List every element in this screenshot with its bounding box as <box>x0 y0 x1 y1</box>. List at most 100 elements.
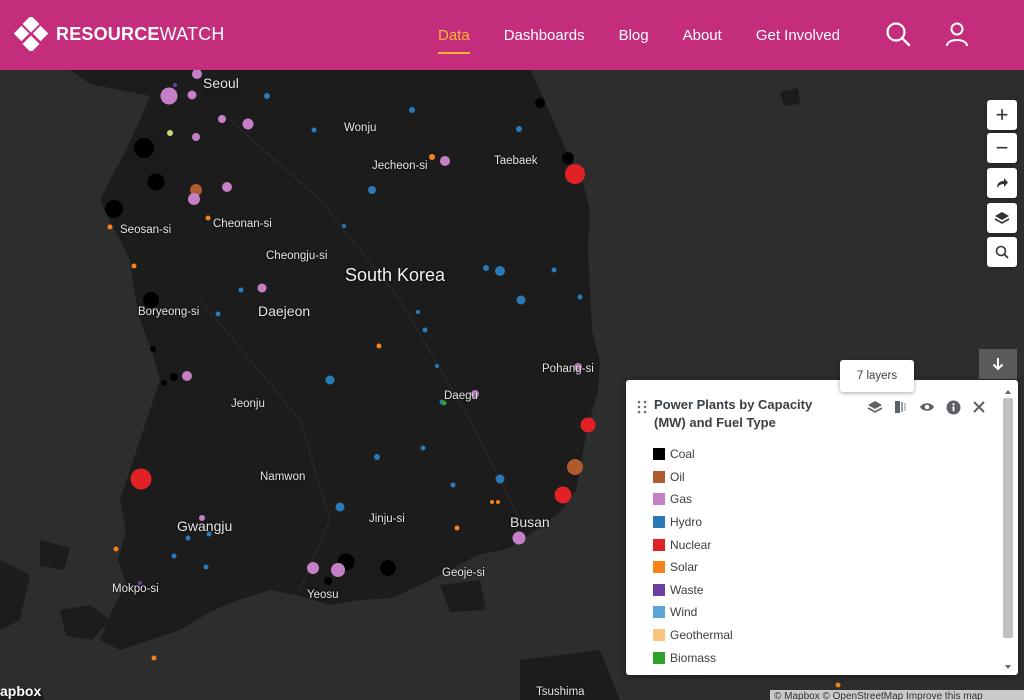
plant-marker <box>577 294 583 300</box>
layers-button[interactable] <box>987 203 1017 233</box>
legend-swatch <box>653 583 665 596</box>
legend-item: Gas <box>653 488 733 511</box>
map-legend: Power Plants by Capacity (MW) and Fuel T… <box>626 380 1018 675</box>
plant-marker <box>238 287 244 293</box>
legend-label: Gas <box>670 492 693 507</box>
legend-swatch <box>653 606 665 619</box>
label-tsushima: Tsushima <box>536 686 585 698</box>
legend-swatch <box>653 629 665 642</box>
plant-marker <box>147 173 165 191</box>
plant-marker <box>134 138 154 158</box>
info-icon <box>946 400 960 414</box>
legend-close-button[interactable] <box>970 398 988 416</box>
nav-about[interactable]: About <box>683 27 722 44</box>
label-daegu: Daegu <box>444 390 478 402</box>
plant-marker <box>130 468 152 490</box>
plant-marker <box>495 474 505 484</box>
plant-marker <box>567 459 583 475</box>
plant-marker <box>495 266 505 276</box>
legend-label: Oil <box>670 469 685 484</box>
plant-marker <box>535 98 545 108</box>
legend-item: Nuclear <box>653 533 733 556</box>
plant-marker <box>580 417 596 433</box>
legend-swatch <box>653 493 665 506</box>
legend-visibility-button[interactable] <box>918 398 936 416</box>
share-icon <box>997 178 1008 188</box>
plant-marker <box>242 118 254 130</box>
legend-layers-button[interactable] <box>866 398 884 416</box>
plant-marker <box>113 546 119 552</box>
plant-marker <box>307 562 319 574</box>
plant-marker <box>450 482 456 488</box>
search-icon <box>995 245 1009 259</box>
legend-swatch <box>653 651 665 664</box>
layers-tooltip: 7 layers <box>840 360 914 392</box>
plant-marker <box>422 327 428 333</box>
plant-marker <box>203 564 209 570</box>
label-boryeong: Boryeong-si <box>138 306 200 318</box>
plant-marker <box>416 310 420 314</box>
plant-marker <box>496 500 500 504</box>
eye-icon <box>920 403 934 411</box>
plant-marker <box>171 553 177 559</box>
legend-item: Wind <box>653 601 733 624</box>
search-icon[interactable] <box>885 21 911 47</box>
label-mokpo: Mokpo-si <box>112 583 159 595</box>
drag-handle-icon[interactable] <box>637 400 647 414</box>
nav-dashboards[interactable]: Dashboards <box>504 27 585 44</box>
plant-marker <box>835 682 841 688</box>
plant-marker <box>185 535 191 541</box>
legend-scroll-thumb[interactable] <box>1003 398 1013 638</box>
nav-get-involved[interactable]: Get Involved <box>756 27 840 44</box>
nav-blog[interactable]: Blog <box>619 27 649 44</box>
legend-swatch <box>653 516 665 529</box>
legend-item: Waste <box>653 579 733 602</box>
label-cheongju: Cheongju-si <box>266 250 328 262</box>
map-attribution[interactable]: © Mapbox © OpenStreetMap Improve this ma… <box>770 690 1024 700</box>
label-jeonju: Jeonju <box>231 398 265 410</box>
plant-marker <box>454 525 460 531</box>
site-header: RESOURCEWATCH Data Dashboards Blog About… <box>0 0 1024 70</box>
opacity-icon <box>895 401 906 413</box>
plant-marker <box>342 224 346 228</box>
legend-label: Waste <box>670 582 704 597</box>
plant-marker <box>565 164 585 184</box>
legend-label: Geothermal <box>670 628 733 643</box>
legend-item: Coal <box>653 443 733 466</box>
plant-marker <box>335 502 345 512</box>
share-button[interactable] <box>987 168 1017 198</box>
legend-items: Coal Oil Gas Hydro Nuclear Solar Waste Wind Geot… <box>653 443 733 669</box>
plant-marker <box>218 115 226 123</box>
legend-opacity-button[interactable] <box>892 398 910 416</box>
user-icon[interactable] <box>944 21 970 47</box>
legend-swatch <box>653 470 665 483</box>
legend-item: Hydro <box>653 511 733 534</box>
label-gwangju: Gwangju <box>177 518 233 534</box>
resourcewatch-logo[interactable]: RESOURCEWATCH <box>14 17 225 51</box>
legend-label: Nuclear <box>670 537 712 552</box>
zoom-in-button[interactable]: + <box>987 100 1017 130</box>
plant-marker <box>311 127 317 133</box>
mapbox-logo[interactable]: apbox <box>0 683 41 699</box>
main-nav: Data Dashboards Blog About Get Involved <box>438 0 874 70</box>
legend-info-button[interactable] <box>944 398 962 416</box>
label-namwon: Namwon <box>260 471 306 483</box>
plant-marker <box>161 380 167 386</box>
legend-swatch <box>653 561 665 574</box>
plant-marker <box>554 486 572 504</box>
plant-marker <box>205 215 211 221</box>
label-daejeon: Daejeon <box>258 303 311 319</box>
legend-collapse-button[interactable] <box>979 349 1017 379</box>
nav-data[interactable]: Data <box>438 27 470 54</box>
layers-icon <box>994 212 1010 224</box>
legend-title: Power Plants by Capacity (MW) and Fuel T… <box>654 397 813 430</box>
plant-marker <box>516 295 526 305</box>
plant-marker <box>173 83 177 87</box>
plant-marker <box>374 454 380 460</box>
map-search-button[interactable] <box>987 237 1017 267</box>
zoom-in-label: + <box>995 102 1009 127</box>
zoom-out-button[interactable]: − <box>987 133 1017 163</box>
legend-label: Coal <box>670 447 695 462</box>
plant-marker <box>429 154 435 160</box>
plant-marker <box>160 87 178 105</box>
